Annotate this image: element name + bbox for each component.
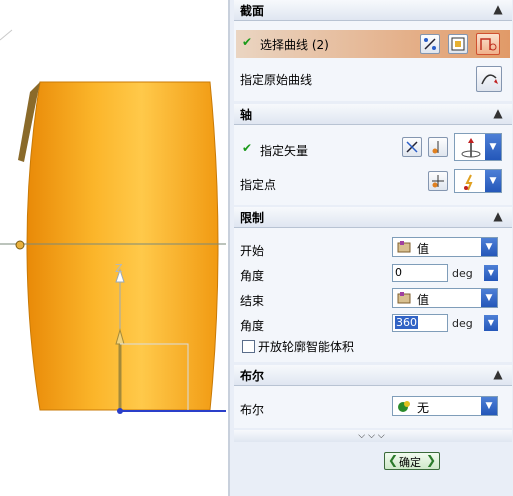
boolean-body: 布尔 无 ▼ xyxy=(234,386,512,428)
origin-curve-button[interactable] xyxy=(476,66,502,92)
end-angle-value: 360 xyxy=(395,316,418,329)
limits-header[interactable]: 限制 ▲ xyxy=(234,207,512,228)
section-header[interactable]: 截面 ▲ xyxy=(234,0,512,21)
chevrons-down-icon: ⌵⌵⌵ xyxy=(358,431,388,441)
value-icon xyxy=(397,292,411,304)
start-unit: deg xyxy=(452,267,473,280)
start-value: 值 xyxy=(417,242,430,256)
boolean-title: 布尔 xyxy=(240,369,265,383)
chevron-down-icon[interactable]: ▼ xyxy=(481,397,497,415)
start-angle-menu-button[interactable]: ▼ xyxy=(484,265,498,281)
select-curve-label: 选择曲线 (2) xyxy=(260,38,329,52)
ok-arrow-icon: ❮ xyxy=(388,453,399,467)
barrel-solid[interactable] xyxy=(26,81,219,411)
axis-title: 轴 xyxy=(240,108,253,122)
start-angle-value: 0 xyxy=(395,266,402,279)
start-angle-input[interactable]: 0 xyxy=(392,264,448,282)
axis-header[interactable]: 轴 ▲ xyxy=(234,104,512,125)
boolean-label: 布尔 xyxy=(240,403,265,417)
chevron-up-icon[interactable]: ▲ xyxy=(490,105,506,121)
value-icon xyxy=(397,241,411,253)
point-icon xyxy=(464,174,473,191)
z-axis-label: Z xyxy=(115,262,123,275)
select-curve-row[interactable]: ✔ 选择曲线 (2) xyxy=(236,30,510,58)
end-angle-label: 角度 xyxy=(240,319,265,333)
ok-arrow-right-icon: ❯ xyxy=(425,453,436,467)
end-type-dropdown[interactable]: 值 ▼ xyxy=(392,288,498,308)
end-value: 值 xyxy=(417,293,430,307)
ok-button[interactable]: ❮ 确定 ❯ xyxy=(384,452,440,470)
chevron-up-icon[interactable]: ▲ xyxy=(490,366,506,382)
boolean-none-icon xyxy=(398,401,410,412)
specify-origin-curve-label: 指定原始曲线 xyxy=(240,73,313,87)
triad-edge xyxy=(0,29,13,41)
section-title: 截面 xyxy=(240,4,265,18)
section-body: ✔ 选择曲线 (2) 指定原始曲线 xyxy=(234,21,512,101)
more-options-expander[interactable]: ⌵⌵⌵ xyxy=(234,430,512,442)
start-label: 开始 xyxy=(240,244,265,258)
vector-icon xyxy=(461,138,481,158)
graphics-viewport[interactable]: Z xyxy=(0,0,226,496)
checkmark-icon: ✔ xyxy=(242,141,253,155)
revolve-dialog: 截面 ▲ ✔ 选择曲线 (2) 指定原始曲线 轴 ▲ ✔ 指定矢量 ▼ 指定点 … xyxy=(228,0,513,496)
chevron-up-icon[interactable]: ▲ xyxy=(490,1,506,17)
specify-point-label: 指定点 xyxy=(240,178,277,192)
chevron-up-icon[interactable]: ▲ xyxy=(490,208,506,224)
start-type-dropdown[interactable]: 值 ▼ xyxy=(392,237,498,257)
point-dialog-button[interactable] xyxy=(428,171,448,191)
vector-dialog-button[interactable] xyxy=(428,137,448,157)
boolean-value: 无 xyxy=(417,401,430,415)
specify-vector-label: 指定矢量 xyxy=(260,144,309,158)
vector-type-dropdown[interactable]: ▼ xyxy=(454,133,502,161)
chevron-down-icon[interactable]: ▼ xyxy=(485,170,501,192)
boolean-header[interactable]: 布尔 ▲ xyxy=(234,365,512,386)
start-angle-label: 角度 xyxy=(240,269,265,283)
point-marker xyxy=(15,240,25,250)
revolved-solid-view xyxy=(0,29,226,414)
end-label: 结束 xyxy=(240,294,265,308)
chevron-down-icon[interactable]: ▼ xyxy=(481,238,497,256)
open-profile-checkbox[interactable] xyxy=(242,340,255,353)
reverse-direction-button[interactable] xyxy=(402,137,422,157)
boolean-dropdown[interactable]: 无 ▼ xyxy=(392,396,498,416)
checkmark-icon: ✔ xyxy=(242,35,253,49)
limits-title: 限制 xyxy=(240,211,265,225)
limits-body: 开始 值 ▼ 角度 0 deg ▼ 结束 值 ▼ 角度 360 deg ▼ 开放… xyxy=(234,228,512,362)
chevron-down-icon[interactable]: ▼ xyxy=(481,289,497,307)
sketch-section-button[interactable] xyxy=(448,34,468,54)
end-unit: deg xyxy=(452,317,473,330)
end-angle-menu-button[interactable]: ▼ xyxy=(484,315,498,331)
select-curve-active-button[interactable] xyxy=(476,33,500,55)
open-profile-label: 开放轮廓智能体积 xyxy=(258,340,355,354)
origin-point xyxy=(117,408,123,414)
end-angle-input[interactable]: 360 xyxy=(392,314,448,332)
axis-body: ✔ 指定矢量 ▼ 指定点 ▼ xyxy=(234,125,512,205)
curve-rule-button[interactable] xyxy=(420,34,440,54)
point-type-dropdown[interactable]: ▼ xyxy=(454,169,502,193)
ok-label: 确定 xyxy=(399,456,421,469)
chevron-down-icon[interactable]: ▼ xyxy=(485,134,501,160)
